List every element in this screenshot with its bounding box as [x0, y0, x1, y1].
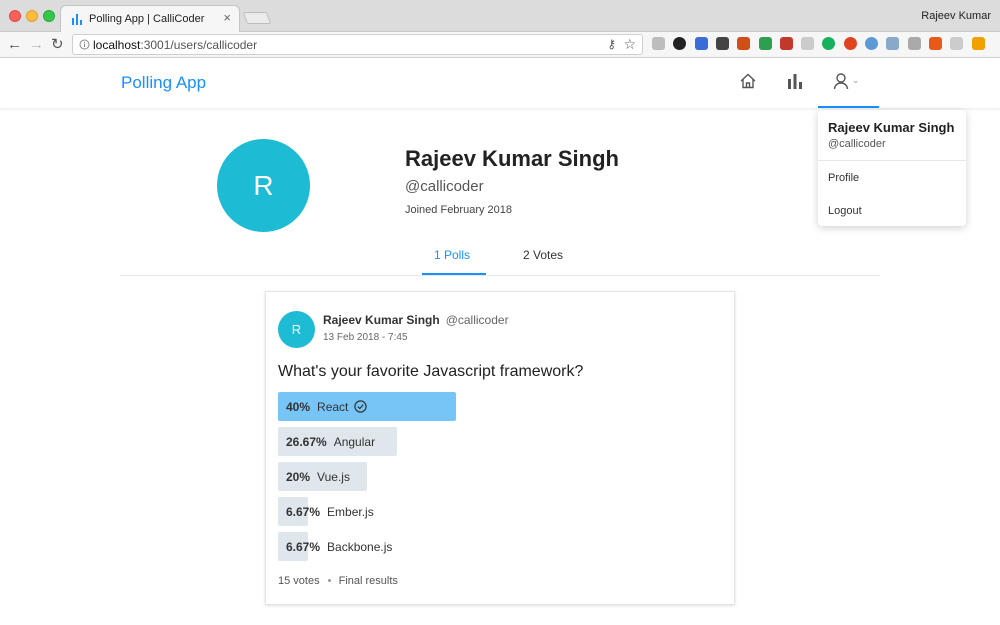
browser-profile-name[interactable]: Rajeev Kumar: [921, 10, 991, 22]
choice-label: Vue.js: [317, 470, 350, 484]
poll-status: Final results: [338, 575, 398, 587]
browser-toolbar: ← → ↻ localhost:3001/users/callicoder ⚷ …: [0, 32, 1000, 58]
extension-icon[interactable]: [928, 37, 942, 50]
poll-creator-name: Rajeev Kumar Singh: [323, 313, 440, 327]
url-host: localhost: [93, 38, 141, 52]
extension-icon[interactable]: [737, 37, 751, 50]
choice-label: Backbone.js: [327, 540, 393, 554]
extension-icon[interactable]: [801, 37, 815, 50]
extension-icon[interactable]: [652, 37, 665, 50]
app-header: Polling App ⌄: [0, 58, 1000, 108]
extension-icon[interactable]: [843, 37, 857, 50]
extension-icon[interactable]: [694, 37, 708, 50]
extension-icon[interactable]: [822, 37, 836, 50]
choice-label: React: [317, 400, 349, 414]
tabs-divider: [120, 275, 880, 276]
user-icon[interactable]: [832, 72, 850, 90]
poll-choice: 20% Vue.js: [278, 462, 718, 491]
separator-dot: [327, 579, 331, 582]
poll-card: R Rajeev Kumar Singh @callicoder 13 Feb 2…: [265, 291, 735, 605]
choice-text: 20% Vue.js: [286, 470, 350, 484]
browser-tab[interactable]: Polling App | CalliCoder ×: [60, 5, 240, 32]
poll-choice: 40% React: [278, 392, 718, 421]
poll-created-date: 13 Feb 2018 - 7:45: [323, 332, 408, 343]
dropdown-user-handle: @callicoder: [828, 138, 886, 150]
brand-link[interactable]: Polling App: [121, 73, 206, 93]
dropdown-divider: [818, 160, 966, 161]
profile-handle: @callicoder: [405, 178, 484, 195]
browser-titlebar: Polling App | CalliCoder × Rajeev Kumar: [0, 0, 1000, 32]
address-bar[interactable]: localhost:3001/users/callicoder ⚷ ☆: [72, 34, 643, 55]
menu-item-profile[interactable]: Profile: [828, 172, 859, 184]
choice-text: 40% React: [286, 400, 368, 414]
reload-icon[interactable]: ↻: [51, 35, 64, 55]
poll-creator-handle: @callicoder: [445, 313, 509, 327]
extension-icon[interactable]: [886, 37, 900, 50]
choice-percent: 6.67%: [286, 540, 321, 554]
window-minimize-button[interactable]: [26, 10, 38, 22]
choice-percent: 40%: [286, 400, 311, 414]
url-text: localhost:3001/users/callicoder: [93, 38, 257, 52]
profile-avatar: R: [217, 139, 310, 232]
poll-footer: 15 votes Final results: [278, 575, 398, 587]
poll-choice: 6.67% Ember.js: [278, 497, 718, 526]
poll-choice: 26.67% Angular: [278, 427, 718, 456]
tab-votes[interactable]: 2 Votes: [523, 248, 563, 262]
poll-question: What's your favorite Javascript framewor…: [278, 363, 584, 380]
extension-icon[interactable]: [673, 37, 687, 50]
page-info-icon: [79, 39, 90, 50]
active-nav-indicator: [818, 106, 879, 108]
choice-percent: 6.67%: [286, 505, 321, 519]
extension-icon[interactable]: [779, 37, 793, 50]
extension-icon[interactable]: [715, 37, 729, 50]
menu-item-logout[interactable]: Logout: [828, 205, 862, 217]
forward-arrow-icon[interactable]: →: [29, 35, 44, 55]
bookmark-star-icon[interactable]: ☆: [623, 36, 636, 53]
choice-label: Ember.js: [327, 505, 374, 519]
extension-icon[interactable]: [758, 37, 772, 50]
choice-label: Angular: [333, 435, 376, 449]
extension-icon[interactable]: [865, 37, 878, 50]
choice-text: 6.67% Ember.js: [286, 505, 374, 519]
back-arrow-icon[interactable]: ←: [7, 35, 22, 55]
poll-choice: 6.67% Backbone.js: [278, 532, 718, 561]
window-maximize-button[interactable]: [43, 10, 55, 22]
home-icon[interactable]: [739, 72, 757, 90]
tab-title: Polling App | CalliCoder: [89, 13, 205, 25]
poll-creator[interactable]: Rajeev Kumar Singh @callicoder: [323, 313, 509, 327]
extension-icon[interactable]: [950, 37, 964, 50]
tab-polls[interactable]: 1 Polls: [434, 248, 470, 262]
chevron-down-icon[interactable]: ⌄: [852, 75, 860, 86]
poll-creator-avatar[interactable]: R: [278, 311, 315, 348]
url-path: :3001/users/callicoder: [140, 38, 258, 52]
bar-chart-favicon-icon: [72, 14, 82, 25]
key-icon[interactable]: ⚷: [607, 37, 616, 51]
check-circle-icon: [354, 400, 368, 413]
window-close-button[interactable]: [9, 10, 21, 22]
new-tab-button[interactable]: [242, 12, 272, 24]
extension-icon[interactable]: [907, 37, 921, 50]
choice-text: 6.67% Backbone.js: [286, 540, 392, 554]
profile-joined-date: Joined February 2018: [405, 204, 513, 216]
tab-close-icon[interactable]: ×: [223, 11, 231, 24]
profile-name: Rajeev Kumar Singh: [405, 146, 619, 171]
bar-chart-icon[interactable]: [786, 72, 804, 90]
profile-dropdown-menu: Rajeev Kumar Singh @callicoder Profile L…: [818, 110, 966, 226]
extension-icon[interactable]: [971, 37, 985, 50]
choice-text: 26.67% Angular: [286, 435, 375, 449]
dropdown-user-name: Rajeev Kumar Singh: [828, 120, 955, 135]
total-votes: 15 votes: [278, 575, 320, 587]
choice-percent: 20%: [286, 470, 311, 484]
choice-percent: 26.67%: [286, 435, 327, 449]
